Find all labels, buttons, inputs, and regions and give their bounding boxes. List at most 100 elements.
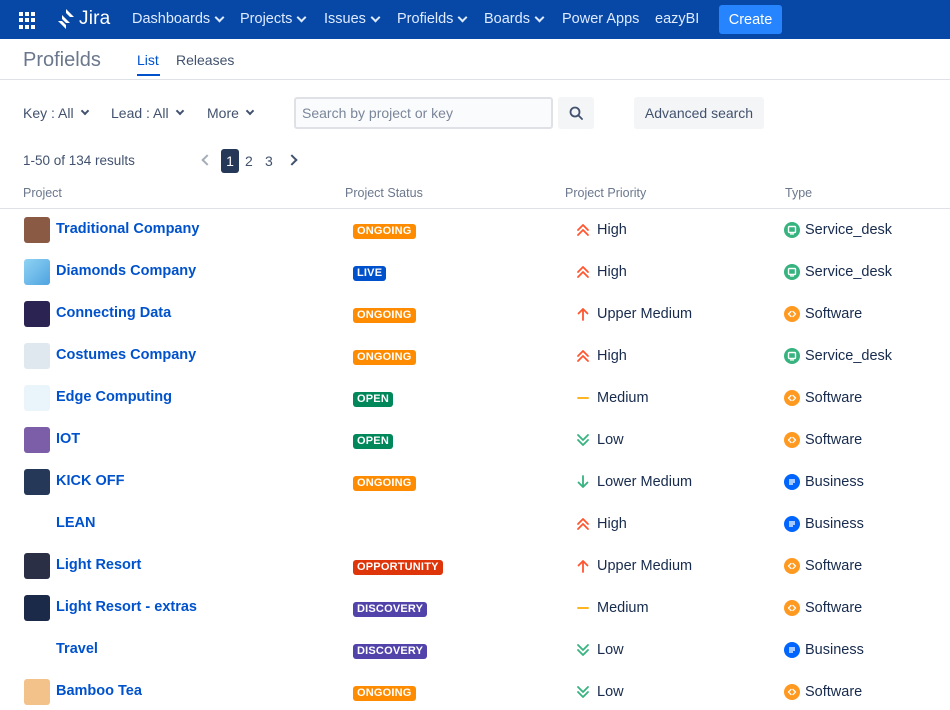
status-lozenge: DISCOVERY	[353, 644, 428, 659]
project-avatar	[24, 301, 50, 327]
table-row[interactable]: Diamonds Company LIVE High Service_desk	[0, 254, 950, 296]
table-row[interactable]: Costumes Company ONGOING High Service_desk	[0, 338, 950, 380]
table-row[interactable]: Traditional Company ONGOING High Service_de…	[0, 212, 950, 254]
jira-logo[interactable]: Jira	[56, 8, 110, 30]
type-label: Service_desk	[805, 264, 893, 280]
column-header-type[interactable]: Type	[785, 186, 812, 200]
table-row[interactable]: Edge Computing OPEN Medium Software	[0, 380, 950, 422]
nav-power-apps[interactable]: Power Apps	[562, 11, 639, 27]
project-avatar	[24, 511, 50, 537]
key-filter-dropdown[interactable]: Key : All	[23, 105, 89, 121]
type-label: Software	[805, 558, 863, 574]
type-cell: Service_desk	[784, 264, 892, 280]
priority-low-icon	[575, 684, 591, 700]
type-cell: Business	[784, 516, 864, 532]
software-icon	[784, 600, 800, 616]
column-header-priority[interactable]: Project Priority	[565, 186, 646, 200]
type-label: Software	[805, 390, 863, 406]
priority-cell: Lower Medium	[575, 474, 692, 490]
project-name-link[interactable]: Light Resort	[56, 557, 141, 573]
nav-eazybi[interactable]: eazyBI	[655, 11, 699, 27]
project-name-link[interactable]: LEAN	[56, 515, 95, 531]
more-filter-dropdown[interactable]: More	[207, 105, 255, 121]
create-button[interactable]: Create	[719, 5, 782, 34]
results-count: 1-50 of 134 results	[23, 153, 135, 168]
project-name-link[interactable]: Bamboo Tea	[56, 683, 142, 699]
type-label: Business	[805, 474, 864, 490]
priority-high-icon	[575, 516, 591, 532]
type-label: Software	[805, 432, 863, 448]
table-row[interactable]: KICK OFF ONGOING Lower Medium Business	[0, 464, 950, 506]
search-input[interactable]	[294, 97, 553, 129]
lead-filter-dropdown[interactable]: Lead : All	[111, 105, 184, 121]
chevron-down-icon	[245, 106, 255, 116]
project-name-link[interactable]: Travel	[56, 641, 98, 657]
nav-label: Boards	[484, 11, 530, 27]
page-1-button[interactable]: 1	[221, 149, 239, 173]
tab-releases[interactable]: Releases	[176, 52, 234, 68]
project-avatar	[24, 217, 50, 243]
logo-text: Jira	[79, 8, 111, 29]
service-desk-icon	[784, 222, 800, 238]
app-switcher-icon[interactable]	[19, 12, 36, 29]
nav-label: eazyBI	[655, 11, 700, 27]
project-name-link[interactable]: Traditional Company	[56, 221, 199, 237]
project-name-link[interactable]: Light Resort - extras	[56, 599, 197, 615]
priority-cell: High	[575, 264, 627, 280]
priority-label: High	[597, 348, 627, 364]
priority-cell: High	[575, 348, 627, 364]
status-lozenge: ONGOING	[353, 350, 416, 365]
priority-high-icon	[575, 264, 591, 280]
priority-label: Low	[597, 642, 624, 658]
nav-projects[interactable]: Projects	[240, 11, 307, 27]
table-row[interactable]: Travel DISCOVERY Low Business	[0, 632, 950, 674]
priority-medium-icon	[575, 390, 591, 406]
next-page-icon[interactable]	[286, 154, 298, 166]
software-icon	[784, 390, 800, 406]
project-name-link[interactable]: Connecting Data	[56, 305, 171, 321]
nav-dashboards[interactable]: Dashboards	[132, 11, 225, 27]
table-row[interactable]: Light Resort - extras DISCOVERY Medium Soft…	[0, 590, 950, 632]
priority-lower-medium-icon	[575, 474, 591, 490]
priority-label: Medium	[597, 390, 649, 406]
table-row[interactable]: IOT OPEN Low Software	[0, 422, 950, 464]
status-lozenge: ONGOING	[353, 224, 416, 239]
business-icon	[784, 642, 800, 658]
priority-low-icon	[575, 642, 591, 658]
chevron-down-icon	[296, 12, 307, 22]
type-label: Software	[805, 684, 863, 700]
project-name-link[interactable]: Diamonds Company	[56, 263, 196, 279]
nav-profields[interactable]: Profields	[397, 11, 468, 27]
type-label: Software	[805, 600, 863, 616]
advanced-search-button[interactable]: Advanced search	[634, 97, 764, 129]
type-cell: Software	[784, 432, 862, 448]
project-name-link[interactable]: Edge Computing	[56, 389, 172, 405]
column-header-project[interactable]: Project	[23, 186, 62, 200]
previous-page-icon[interactable]	[201, 154, 213, 166]
chevron-down-icon	[80, 106, 89, 116]
nav-issues[interactable]: Issues	[324, 11, 381, 27]
table-row[interactable]: Light Resort OPPORTUNITY Upper Medium Softw…	[0, 548, 950, 590]
search-button[interactable]	[558, 97, 594, 129]
column-header-status[interactable]: Project Status	[345, 186, 423, 200]
chevron-down-icon	[214, 12, 225, 22]
status-lozenge: LIVE	[353, 266, 387, 281]
status-lozenge: OPPORTUNITY	[353, 560, 443, 575]
tab-list[interactable]: List	[137, 52, 159, 68]
table-row[interactable]: Connecting Data ONGOING Upper Medium Softwa…	[0, 296, 950, 338]
type-label: Service_desk	[805, 222, 893, 238]
priority-high-icon	[575, 222, 591, 238]
divider	[0, 79, 950, 80]
chevron-down-icon	[370, 12, 381, 22]
nav-label: Profields	[397, 11, 454, 27]
priority-label: Upper Medium	[597, 306, 693, 322]
project-name-link[interactable]: KICK OFF	[56, 473, 124, 489]
type-label: Service_desk	[805, 348, 893, 364]
table-row[interactable]: Bamboo Tea ONGOING Low Software	[0, 674, 950, 710]
project-name-link[interactable]: Costumes Company	[56, 347, 196, 363]
project-name-link[interactable]: IOT	[56, 431, 80, 447]
page-3-button[interactable]: 3	[265, 149, 273, 173]
page-2-button[interactable]: 2	[245, 149, 253, 173]
nav-boards[interactable]: Boards	[484, 11, 545, 27]
table-row[interactable]: LEAN High Business	[0, 506, 950, 548]
